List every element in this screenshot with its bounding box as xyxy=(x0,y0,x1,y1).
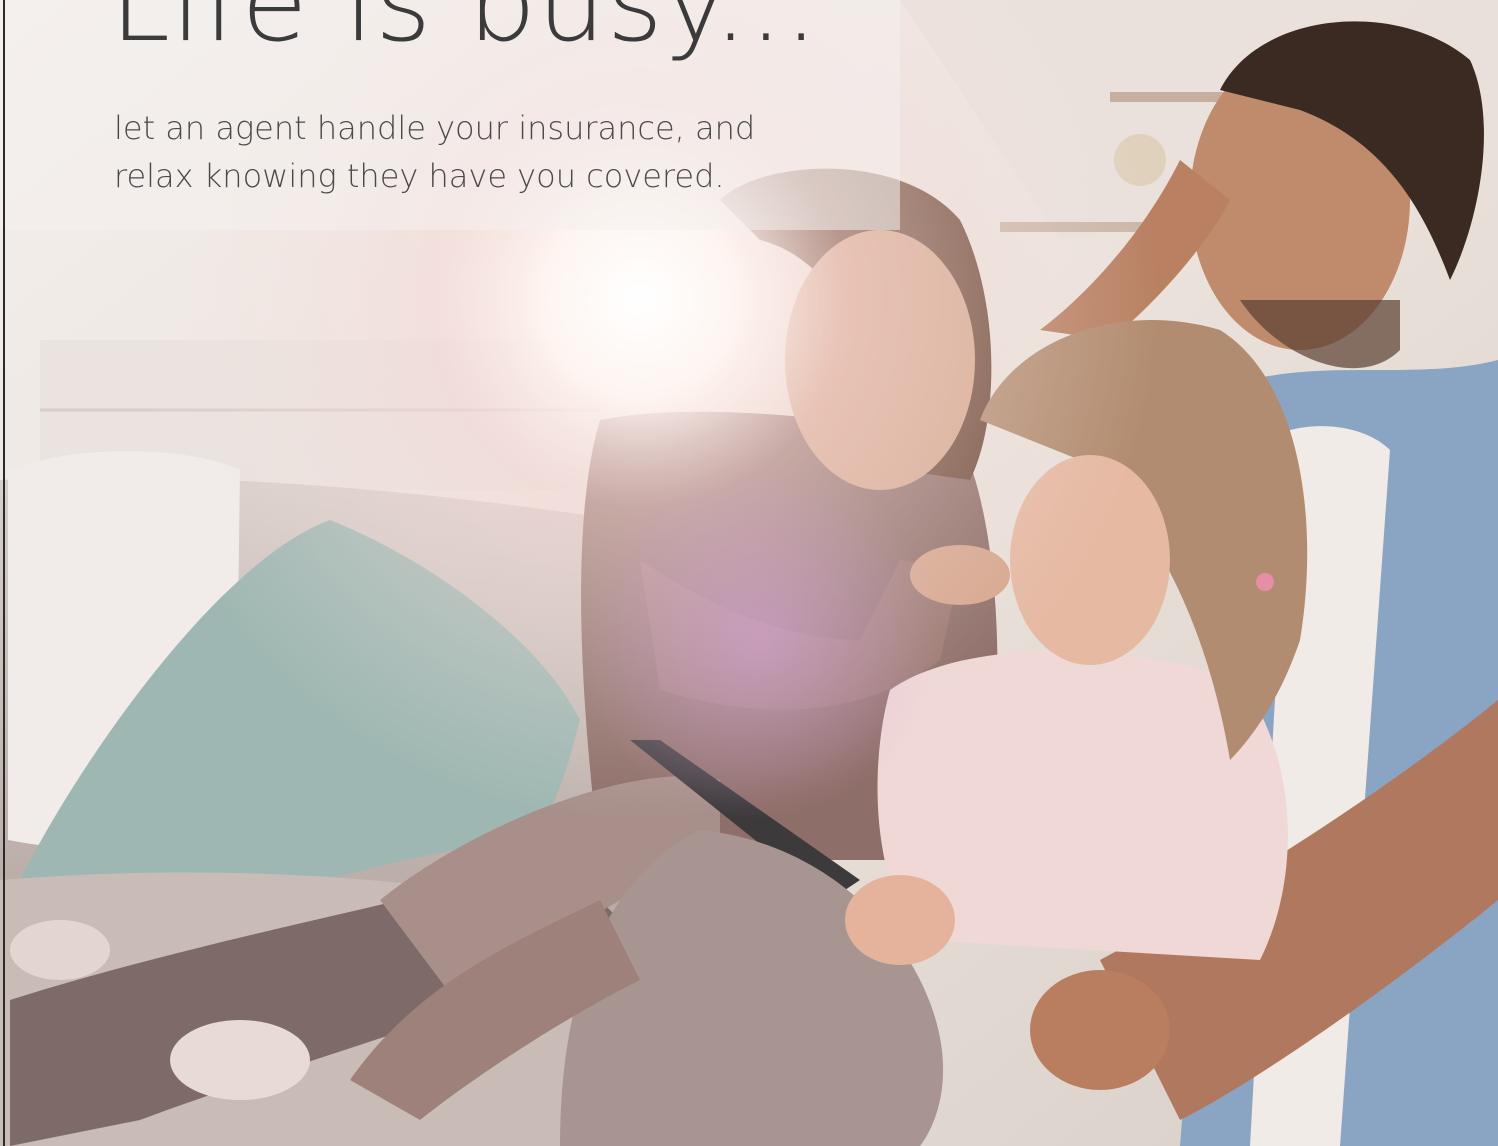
ad-page: Life is busy... let an agent handle your… xyxy=(0,0,1498,1146)
page-left-border xyxy=(3,0,5,1146)
subhead: let an agent handle your insurance, and … xyxy=(114,104,814,200)
subhead-line-2: relax knowing they have you covered. xyxy=(114,157,725,195)
subhead-line-1: let an agent handle your insurance, and xyxy=(114,109,756,147)
headline: Life is busy... xyxy=(110,0,820,66)
